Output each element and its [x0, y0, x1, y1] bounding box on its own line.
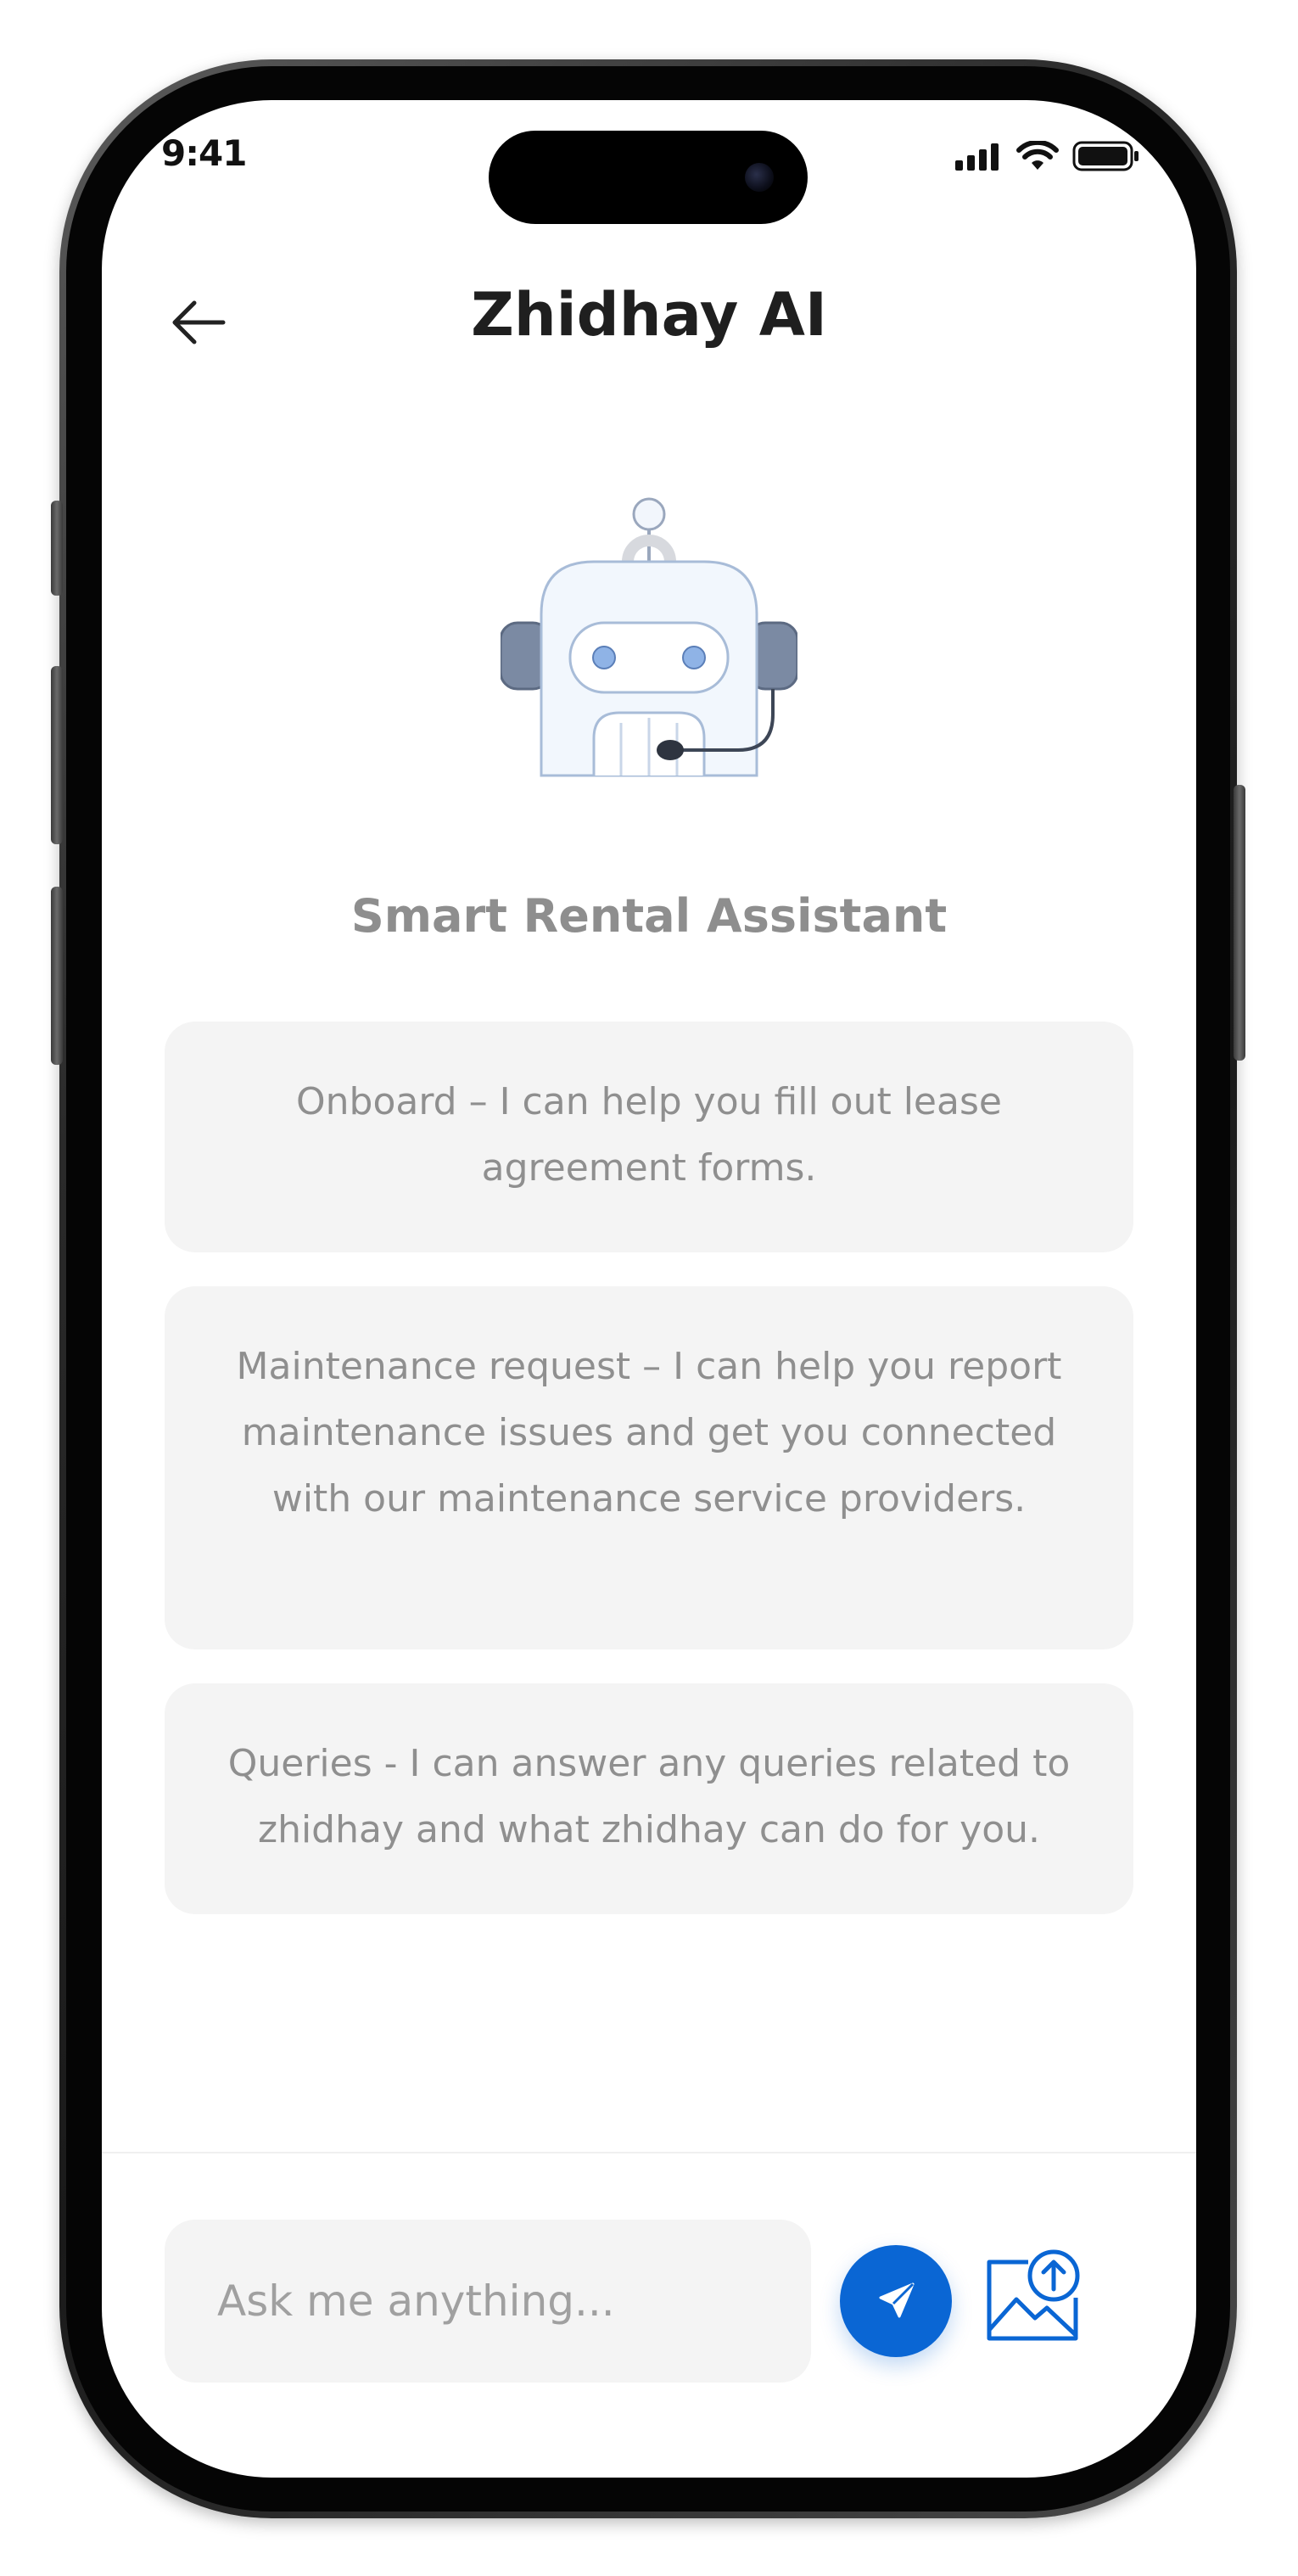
dynamic-island [489, 131, 808, 224]
page-title: Zhidhay AI [471, 280, 827, 350]
maintenance-card[interactable]: Maintenance request – I can help you rep… [165, 1286, 1133, 1649]
status-icons [955, 141, 1140, 171]
queries-card[interactable]: Queries - I can answer any queries relat… [165, 1683, 1133, 1914]
power-button [1234, 785, 1245, 1061]
robot-headset-icon [501, 497, 797, 777]
wifi-icon [1016, 141, 1059, 170]
send-button[interactable] [840, 2245, 952, 2357]
battery-icon [1072, 141, 1139, 171]
action-button [51, 501, 63, 596]
app-screen: 9:41 Zhidhay AI Smart Rental Assistant O… [102, 100, 1196, 2478]
volume-down-button [51, 887, 63, 1065]
composer-divider [102, 2152, 1196, 2153]
chat-input[interactable] [165, 2220, 811, 2383]
front-camera-icon [745, 163, 774, 192]
image-upload-icon[interactable] [984, 2247, 1083, 2345]
status-time: 9:41 [161, 132, 247, 174]
cellular-signal-icon [955, 143, 999, 171]
onboard-card[interactable]: Onboard – I can help you fill out lease … [165, 1022, 1133, 1252]
volume-up-button [51, 666, 63, 844]
paper-plane-icon [879, 2282, 915, 2318]
assistant-title: Smart Rental Assistant [350, 889, 948, 943]
